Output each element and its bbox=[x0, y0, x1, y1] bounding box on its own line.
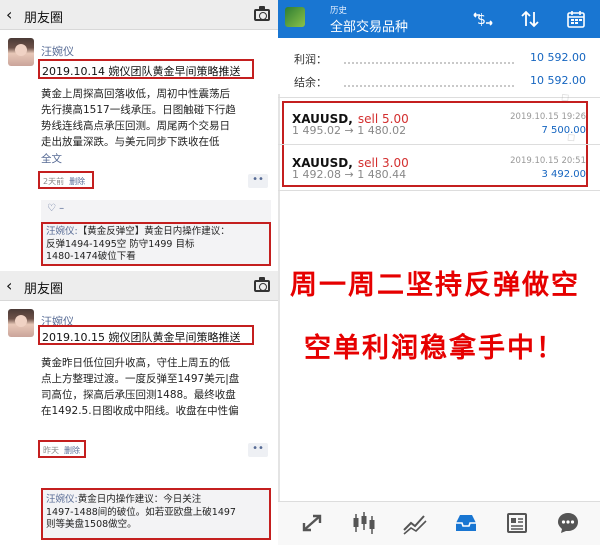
comment-line: 1480-1474破位下看 bbox=[46, 251, 136, 262]
camera-icon[interactable] bbox=[254, 6, 270, 21]
comment-line: 则等美盘1508做空。 bbox=[46, 519, 137, 530]
trade-time: 2019.10.15 20:51 bbox=[510, 156, 586, 166]
profit-label: 利润： bbox=[294, 53, 327, 66]
trade-time: 2019.10.15 19:26 bbox=[510, 112, 586, 122]
chat-icon[interactable] bbox=[555, 510, 581, 536]
comment-area: ♡ – 汪婉仪:【黄金反弹空】黄金日内操作建议： 反弹1494-1495空 防守… bbox=[41, 200, 271, 266]
post-body-line: 黄金上周探高回落收低，周初中性震荡后 bbox=[41, 88, 230, 100]
post-body-line: 走出放量深跌。与美元同步下跌收在低 bbox=[41, 136, 220, 148]
post-headline: 2019.10.14 婉仪团队黄金早间策略推送 bbox=[42, 65, 241, 78]
summary: 利润： 10 592.00 结余： 10 592.00 bbox=[278, 38, 600, 94]
post-body-line: 黄金昨日低位回升收高，守住上周五的低 bbox=[41, 357, 230, 369]
comment-line: 【黄金反弹空】黄金日内操作建议： bbox=[77, 226, 230, 237]
avatar[interactable] bbox=[8, 38, 34, 66]
avatar[interactable] bbox=[8, 309, 34, 337]
moments-title: 朋友圈 bbox=[24, 282, 64, 297]
profit-dots bbox=[344, 62, 514, 64]
comment-line: 1497-1488间的破位。如若亚欧盘上破1497 bbox=[46, 506, 236, 518]
back-icon[interactable]: ‹ bbox=[6, 5, 12, 24]
moments-topbar: ‹ 朋友圈 bbox=[0, 0, 278, 30]
comment-author[interactable]: 汪婉仪: bbox=[46, 226, 78, 237]
camera-icon[interactable] bbox=[254, 277, 270, 292]
calendar-icon[interactable] bbox=[566, 9, 586, 33]
post-body-line: 司高位，探高后承压回测1488。最终收盘 bbox=[41, 389, 236, 401]
like-row[interactable]: ♡ – bbox=[47, 203, 64, 214]
header-title[interactable]: 全部交易品种 bbox=[330, 16, 408, 35]
trade-prices: 1 492.08 → 1 480.44 bbox=[292, 168, 407, 181]
money-exchange-icon[interactable]: $ bbox=[472, 9, 494, 33]
comment-line: 黄金日内操作建议：今日关注 bbox=[77, 494, 202, 505]
post-headline: 2019.10.15 婉仪团队黄金早间策略推送 bbox=[42, 331, 241, 344]
post-time: 昨天 bbox=[43, 446, 59, 455]
news-icon[interactable] bbox=[504, 510, 530, 536]
trade-profit: 3 492.00 bbox=[541, 169, 586, 180]
post-meta-box: 2天前 删除 bbox=[38, 171, 94, 189]
post-body-line: 点上方整理过渡。一度反弹至1497美元|盘 bbox=[41, 373, 240, 385]
more-actions-button[interactable]: •• bbox=[248, 174, 268, 188]
sort-icon[interactable] bbox=[520, 9, 540, 33]
header-subtitle: 历史 bbox=[330, 6, 348, 16]
moments-topbar: ‹ 朋友圈 bbox=[0, 271, 278, 301]
post-body: 黄金上周探高回落收低，周初中性震荡后 先行摸高1517一线承压。日图触碰下行趋 … bbox=[41, 86, 269, 150]
balance-label: 结余： bbox=[294, 76, 327, 89]
post-meta: 昨天 删除 bbox=[43, 445, 80, 456]
comment-line: 反弹1494-1495空 防守1499 目标 bbox=[46, 238, 195, 250]
comment-box: 汪婉仪:黄金日内操作建议：今日关注 1497-1488间的破位。如若亚欧盘上破1… bbox=[41, 488, 271, 540]
trade-row[interactable]: XAUUSD, sell 3.00 1 492.08 → 1 480.44 20… bbox=[278, 144, 600, 187]
line-chart-icon[interactable] bbox=[402, 510, 428, 536]
post-meta: 2天前 删除 bbox=[43, 176, 85, 187]
divider bbox=[278, 190, 600, 191]
moment-panel-2: ‹ 朋友圈 汪婉仪 2019.10.15 婉仪团队黄金早间策略推送 黄金昨日低位… bbox=[0, 271, 278, 545]
post-body-line: 在1492.5.日图收成中阳线。收盘在中性偏 bbox=[41, 405, 239, 417]
trade-prices: 1 495.02 → 1 480.02 bbox=[292, 124, 407, 137]
post-body: 黄金昨日低位回升收高，守住上周五的低 点上方整理过渡。一度反弹至1497美元|盘… bbox=[41, 355, 269, 419]
bottom-nav bbox=[278, 501, 600, 545]
delete-link[interactable]: 删除 bbox=[69, 177, 85, 186]
balance-dots bbox=[344, 85, 514, 87]
comment-text: 汪婉仪:【黄金反弹空】黄金日内操作建议： 反弹1494-1495空 防守1499… bbox=[46, 226, 230, 264]
trade-icon[interactable] bbox=[300, 510, 326, 536]
post-time: 2天前 bbox=[43, 177, 65, 186]
comment-author[interactable]: 汪婉仪: bbox=[46, 494, 78, 505]
delete-link[interactable]: 删除 bbox=[64, 446, 80, 455]
comment-box: 汪婉仪:【黄金反弹空】黄金日内操作建议： 反弹1494-1495空 防守1499… bbox=[41, 222, 271, 266]
balance-value: 10 592.00 bbox=[530, 74, 586, 87]
overlay-headline-2: 空单利润稳拿手中！ bbox=[304, 333, 565, 364]
inbox-icon[interactable] bbox=[453, 510, 479, 536]
moments-title: 朋友圈 bbox=[24, 11, 64, 26]
post-body-line: 先行摸高1517一线承压。日图触碰下行趋 bbox=[41, 104, 236, 116]
full-text-link[interactable]: 全文 bbox=[41, 151, 62, 166]
moment-panel-1: ‹ 朋友圈 汪婉仪 2019.10.14 婉仪团队黄金早间策略推送 黄金上周探高… bbox=[0, 0, 278, 266]
profit-value: 10 592.00 bbox=[530, 51, 586, 64]
overlay-headline-1: 周一周二坚持反弹做空 bbox=[290, 270, 580, 301]
divider bbox=[278, 97, 600, 98]
comment-area: 汪婉仪:黄金日内操作建议：今日关注 1497-1488间的破位。如若亚欧盘上破1… bbox=[41, 488, 271, 540]
comment-text: 汪婉仪:黄金日内操作建议：今日关注 1497-1488间的破位。如若亚欧盘上破1… bbox=[46, 494, 236, 532]
more-actions-button[interactable]: •• bbox=[248, 443, 268, 457]
mt-header: 历史 全部交易品种 $ bbox=[278, 0, 600, 38]
back-icon[interactable]: ‹ bbox=[6, 276, 12, 295]
trade-row[interactable]: XAUUSD, sell 5.00 1 495.02 → 1 480.02 20… bbox=[278, 101, 600, 144]
app-logo-icon[interactable] bbox=[285, 7, 305, 27]
chart-candles-icon[interactable] bbox=[351, 510, 377, 536]
poster-name[interactable]: 汪婉仪 bbox=[41, 43, 74, 59]
headline-box: 2019.10.15 婉仪团队黄金早间策略推送 bbox=[38, 325, 254, 345]
post-body-line: 势线连线高点承压回测。周尾两个交易日 bbox=[41, 120, 230, 132]
headline-box: 2019.10.14 婉仪团队黄金早间策略推送 bbox=[38, 59, 254, 79]
post-meta-box: 昨天 删除 bbox=[38, 440, 86, 458]
